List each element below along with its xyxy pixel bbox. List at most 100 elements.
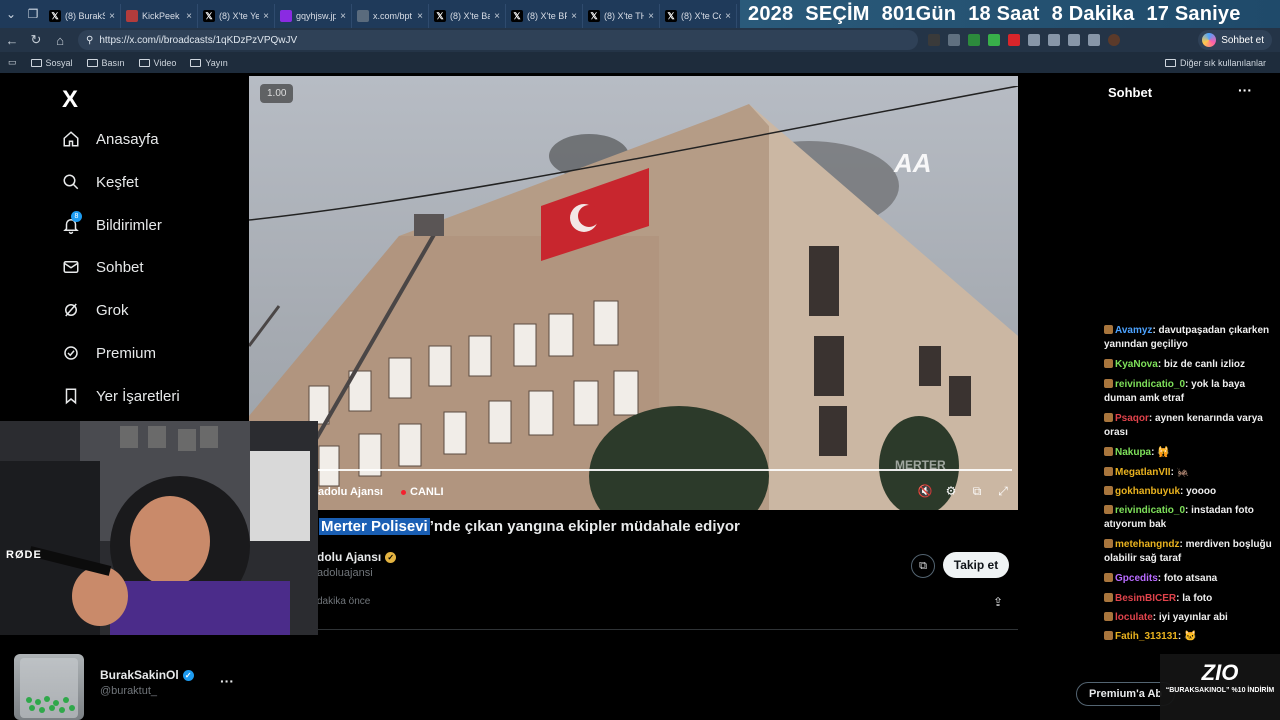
back-arrow-icon[interactable]: ← [0, 28, 24, 52]
user-badge-icon [1104, 631, 1113, 640]
share-icon[interactable]: ⇪ [993, 595, 1003, 609]
chat-username[interactable]: BesimBICER [1115, 593, 1176, 604]
chat-message: gokhanbuyuk: yoooo [1104, 485, 1276, 499]
close-tab-icon[interactable]: × [417, 11, 423, 22]
chat-username[interactable]: gokhanbuyuk [1115, 486, 1180, 497]
bookmark-folder-yayin[interactable]: Yayın [190, 58, 228, 68]
chat-username[interactable]: metehangndz [1115, 539, 1179, 550]
close-tab-icon[interactable]: × [186, 11, 192, 22]
dock-player-button[interactable]: ⧉ [911, 554, 935, 578]
close-tab-icon[interactable]: × [725, 11, 731, 22]
close-tab-icon[interactable]: × [494, 11, 500, 22]
chat-title: Sohbet [1108, 85, 1153, 100]
chat-text: 🦗 [1176, 467, 1190, 478]
profile-avatar-icon[interactable] [1108, 34, 1120, 46]
sponsor-promo-overlay: ZIO “BURAKSAKINOL” %10 İNDİRİM [1160, 654, 1280, 720]
split-screen-icon[interactable] [1048, 34, 1060, 46]
dock-icon[interactable]: ⧉ [970, 484, 984, 498]
follow-button[interactable]: Takip et [943, 552, 1009, 578]
close-tab-icon[interactable]: × [263, 11, 269, 22]
chat-username[interactable]: KyaNova [1115, 359, 1158, 370]
chat-username[interactable]: Nakupa [1115, 447, 1151, 458]
browser-tab[interactable]: 𝕏 (8) X'te TH × [583, 4, 660, 28]
chat-text: yoooo [1186, 486, 1217, 497]
mute-icon[interactable]: 🔇 [918, 484, 933, 498]
chat-username[interactable]: loculate [1115, 612, 1153, 623]
sidebar-item-notifications[interactable]: 8 Bildirimler [62, 211, 162, 234]
browser-tab[interactable]: gqyhjsw.jp × [275, 4, 352, 28]
countdown-days: 801Gün [881, 2, 957, 25]
video-progress-bar[interactable] [249, 469, 1012, 471]
settings-gear-icon[interactable]: ⚙ [944, 484, 958, 498]
sidebar-item-premium[interactable]: Premium [62, 344, 156, 362]
bookmarks-bar: ▭ Sosyal Basın Video Yayın Diğer sık kul… [0, 52, 1280, 74]
chat-username[interactable]: Avamyz [1115, 325, 1152, 336]
workspaces-icon[interactable]: ❐ [22, 0, 44, 28]
home-icon[interactable]: ⌂ [48, 28, 72, 52]
chat-username[interactable]: MegatlanVII [1115, 467, 1171, 478]
chat-message: Psaqor: aynen kenarında varya orası [1104, 413, 1263, 438]
extension-icon[interactable] [988, 34, 1000, 46]
broadcast-video-player[interactable]: 1.00 AA MERTER 🔇 ⚙ ⧉ ⤢ [249, 76, 1018, 510]
browser-tab[interactable]: x.com/bpt × [352, 4, 429, 28]
profile-handle: @buraktut_ [100, 685, 158, 697]
tab-menu-chevron-icon[interactable]: ⌄ [0, 0, 22, 28]
author-handle[interactable]: adoluajansi [317, 567, 373, 579]
favorites-icon[interactable] [1068, 34, 1080, 46]
x-logo-icon[interactable]: X [62, 86, 78, 114]
sidebar-item-explore[interactable]: Keşfet [62, 173, 139, 191]
url-field[interactable]: ⚲ https://x.com/i/broadcasts/1qKDzPzVPQw… [78, 30, 918, 50]
account-switcher[interactable]: BurakSakinOl ✓ @buraktut_ ··· [0, 640, 249, 720]
chat-username[interactable]: reivindicatio_0 [1115, 379, 1185, 390]
extension-icon[interactable] [928, 34, 940, 46]
x-icon: 𝕏 [49, 10, 61, 22]
extension-icon[interactable] [968, 34, 980, 46]
profile-name: BurakSakinOl ✓ [100, 668, 194, 682]
user-badge-icon [1104, 593, 1113, 602]
author-name[interactable]: dolu Ajansı ✓ [317, 550, 397, 564]
bookmark-folder-sosyal[interactable]: Sosyal [30, 58, 73, 68]
fullscreen-icon[interactable]: ⤢ [996, 484, 1010, 498]
sidebar-item-home[interactable]: Anasayfa [62, 130, 159, 148]
chat-message: reivindicatio_0: instadan foto atıyorum … [1104, 505, 1254, 530]
other-bookmarks[interactable]: Diğer sık kullanılanlar [1164, 58, 1266, 68]
sidebar-item-grok[interactable]: Grok [62, 301, 129, 319]
copilot-chat-button[interactable]: Sohbet et [1198, 30, 1272, 50]
countdown-label: SEÇİM [805, 2, 870, 25]
browser-tab[interactable]: 𝕏 (8) X'te Yer × [198, 4, 275, 28]
extension-icon[interactable] [948, 34, 960, 46]
browser-tab[interactable]: 𝕏(8) BurakSa× [44, 4, 121, 28]
collections-icon[interactable] [1088, 34, 1100, 46]
browser-tab[interactable]: 𝕏(8) X'te Bay× [429, 4, 506, 28]
video-source-name[interactable]: adolu Ajansı [318, 486, 383, 498]
playback-speed-badge[interactable]: 1.00 [260, 84, 294, 103]
close-tab-icon[interactable]: × [109, 11, 115, 22]
close-tab-icon[interactable]: × [340, 11, 346, 22]
broadcast-headline: Merter Polisevi’nde çıkan yangına ekiple… [319, 518, 740, 535]
more-options-icon[interactable]: ··· [220, 673, 234, 689]
browser-tab[interactable]: KickPeek - × [121, 4, 198, 28]
chat-username[interactable]: Fatih_313131 [1115, 631, 1178, 642]
site-info-icon[interactable]: ⚲ [86, 35, 93, 46]
chat-username[interactable]: reivindicatio_0 [1115, 505, 1185, 516]
sidebar-item-bookmarks[interactable]: Yer İşaretleri [62, 387, 180, 405]
folder-icon [86, 58, 98, 67]
extension-icon[interactable] [1008, 34, 1020, 46]
user-badge-icon [1104, 325, 1113, 334]
chat-more-icon[interactable]: ··· [1238, 82, 1252, 98]
browser-tab-bar: ⌄ ❐ 𝕏(8) BurakSa×KickPeek -×𝕏(8) X'te Ye… [0, 0, 1280, 28]
extension-icon[interactable] [1028, 34, 1040, 46]
user-badge-icon [1104, 379, 1113, 388]
chat-username[interactable]: Psaqor [1115, 413, 1149, 424]
chat-message: Nakupa: 🙀 [1104, 446, 1276, 460]
browser-tab[interactable]: 𝕏(8) X'te BPT× [506, 4, 583, 28]
sidebar-item-messages[interactable]: Sohbet [62, 258, 144, 276]
close-tab-icon[interactable]: × [648, 11, 654, 22]
reload-icon[interactable]: ↻ [24, 28, 48, 52]
chat-username[interactable]: Gpcedits [1115, 573, 1158, 584]
bookmark-folder-video[interactable]: Video [138, 58, 176, 68]
bookmark-folder-basin[interactable]: Basın [86, 58, 125, 68]
browser-tab[interactable]: 𝕏 (8) X'te Co × [660, 4, 737, 28]
close-tab-icon[interactable]: × [571, 11, 577, 22]
bookmarks-grid-icon[interactable]: ▭ [8, 57, 17, 68]
